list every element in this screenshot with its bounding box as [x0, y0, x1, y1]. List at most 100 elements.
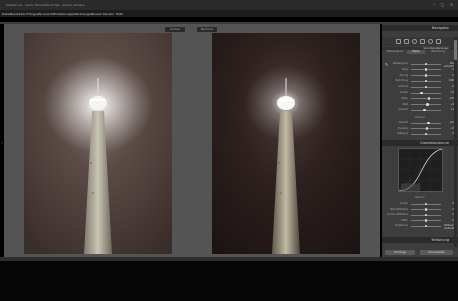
basic-slider-value[interactable]: 0 [444, 85, 454, 88]
close-icon[interactable]: × [449, 2, 454, 7]
panel-scrollbar[interactable] [454, 37, 457, 247]
basic-slider-label: Temp [401, 67, 408, 71]
basic-slider-row: Temp 0 [384, 68, 454, 72]
split-toning-header[interactable]: Teiltonung [382, 237, 458, 243]
menu-bar: Datei Bearbeiten Fotografie Ansicht Einstell… [0, 10, 458, 17]
region-slider-knob[interactable] [424, 219, 428, 222]
basic-slider-row: Tiefen +23 [384, 97, 454, 101]
basic-slider-track[interactable] [411, 98, 441, 100]
basic-slider-row: Lichter -53 [384, 91, 454, 95]
menu-ansicht[interactable]: Ansicht [43, 12, 54, 16]
basic-slider-row: Belichtung 0,00 [384, 79, 454, 83]
menu-hilfe[interactable]: Hilfe [116, 12, 123, 16]
minimize-icon[interactable]: – [432, 2, 437, 7]
basic-slider-label: Schwarz [398, 108, 408, 112]
presence-slider-label: Klarheit [399, 121, 408, 124]
graduated-filter-icon[interactable] [420, 39, 425, 44]
presence-slider-value[interactable]: +5 [444, 127, 454, 130]
basic-slider-knob[interactable] [426, 103, 429, 106]
region-slider-knob[interactable] [424, 208, 428, 211]
presence-slider-value[interactable]: 0 [444, 132, 454, 135]
menu-werkzeuge[interactable]: Werkzeuge [74, 12, 91, 16]
presence-slider-knob[interactable] [425, 127, 429, 130]
basic-slider-knob[interactable] [423, 108, 426, 112]
subtab-color[interactable]: Farbe [407, 50, 425, 54]
basic-slider-value[interactable]: 0,00 [444, 79, 454, 82]
menu-fotografie[interactable]: Fotografie [27, 12, 42, 16]
presence-slider-knob[interactable] [424, 132, 428, 136]
navigator-header[interactable]: Navigator [382, 25, 458, 31]
after-image [212, 33, 360, 254]
before-tab[interactable]: Vorher [165, 27, 185, 32]
subtab-exposure[interactable]: Belichtung [427, 50, 449, 54]
region-slider-value[interactable]: 0 [444, 208, 454, 211]
basic-slider-value[interactable]: -12 [444, 108, 454, 111]
menu-bearbeiten[interactable]: Bearbeiten [10, 12, 26, 16]
basic-slider-label: Weiß [402, 102, 408, 106]
basic-slider-label: Kontrast [398, 85, 408, 89]
region-slider-row: Lichter 0 [384, 202, 454, 206]
radial-filter-icon[interactable] [428, 39, 433, 44]
region-slider-value[interactable]: 0 [444, 213, 454, 216]
basic-slider-track[interactable] [411, 109, 441, 111]
title-bar: Captain ob - berlin Fernsehturm fall - A… [0, 0, 458, 10]
region-slider-row: Helle Mitteltöne 0 [384, 208, 454, 212]
region-slider-knob[interactable] [424, 202, 428, 206]
region-slider-label: Helle Mitteltöne [389, 207, 408, 211]
basic-slider-label: Tiefen [400, 96, 408, 100]
region-slider-knob[interactable] [424, 224, 428, 228]
basic-slider-row: Schwarz -12 [384, 108, 454, 112]
region-slider-value[interactable]: 0 [444, 219, 454, 222]
region-title: Bereich [415, 196, 425, 199]
brush-icon[interactable] [436, 39, 441, 44]
menu-einstellungen[interactable]: Einstellungen [54, 12, 74, 16]
presence-slider-label: Sättigung [396, 132, 408, 135]
spot-removal-icon[interactable] [404, 39, 409, 44]
menu-datei[interactable]: Datei [2, 12, 10, 16]
previous-button[interactable]: Vorherige [385, 250, 415, 255]
presence-slider-track[interactable] [411, 122, 441, 124]
red-eye-icon[interactable] [412, 39, 417, 44]
presence-slider-row: Sättigung 0 [384, 132, 454, 136]
basic-slider-knob[interactable] [420, 91, 423, 95]
region-slider-row: Tiefen 0 [384, 219, 454, 223]
region-slider-value[interactable]: 0 [444, 202, 454, 205]
basic-slider-knob[interactable] [424, 68, 428, 71]
basic-slider-value[interactable]: -53 [444, 91, 454, 94]
basic-slider-track[interactable] [411, 92, 441, 94]
basic-slider-knob[interactable] [427, 97, 431, 100]
basic-slider-value[interactable]: 0 [444, 68, 454, 71]
menu-fenster[interactable]: Fenster [103, 12, 114, 16]
crop-icon[interactable] [396, 39, 401, 44]
before-image [24, 33, 172, 254]
reset-button[interactable]: Zurücksetzen [420, 250, 453, 255]
presence-slider-label: Dynamik [397, 126, 408, 130]
region-slider-row: Dunkle Mitteltöne 0 [384, 213, 454, 217]
tool-strip [382, 37, 458, 46]
basic-slider-value[interactable]: +23 [444, 97, 454, 100]
basic-slider-value[interactable]: 0 [444, 74, 454, 77]
basic-slider-knob[interactable] [424, 62, 428, 66]
basic-slider-row: Tönung 0 [384, 74, 454, 78]
basic-slider-row: Weißabgleich Wie Aufnahme [384, 62, 456, 68]
basic-slider-value[interactable]: +8 [444, 103, 454, 106]
left-panel-toggle-icon[interactable]: ‹ [1, 140, 3, 145]
basic-slider-label: Tönung [399, 73, 408, 77]
tone-curve[interactable] [398, 148, 443, 192]
maximize-icon[interactable]: □ [440, 2, 445, 7]
basic-slider-row: Kontrast 0 [384, 85, 454, 89]
presence-slider-knob[interactable] [427, 121, 430, 125]
basic-slider-knob[interactable] [424, 85, 428, 89]
basic-slider-knob[interactable] [424, 74, 428, 77]
subtab-white-balance[interactable]: Weißabgleich [385, 50, 405, 54]
presence-slider-value[interactable]: +16 [444, 121, 454, 124]
filmstrip [0, 261, 458, 301]
region-slider-label: Dunkle Mitteltöne [387, 213, 408, 216]
after-tab[interactable]: Nachher [197, 27, 217, 32]
region-slider-value[interactable]: Mittlerer Kontrast [444, 224, 454, 230]
region-slider-knob[interactable] [424, 213, 428, 217]
curve-header[interactable]: Gradationskurve [382, 140, 458, 146]
panel-scroll-thumb[interactable] [454, 40, 457, 60]
basic-slider-knob[interactable] [424, 79, 428, 83]
menu-bereich[interactable]: Bereich [91, 12, 102, 16]
